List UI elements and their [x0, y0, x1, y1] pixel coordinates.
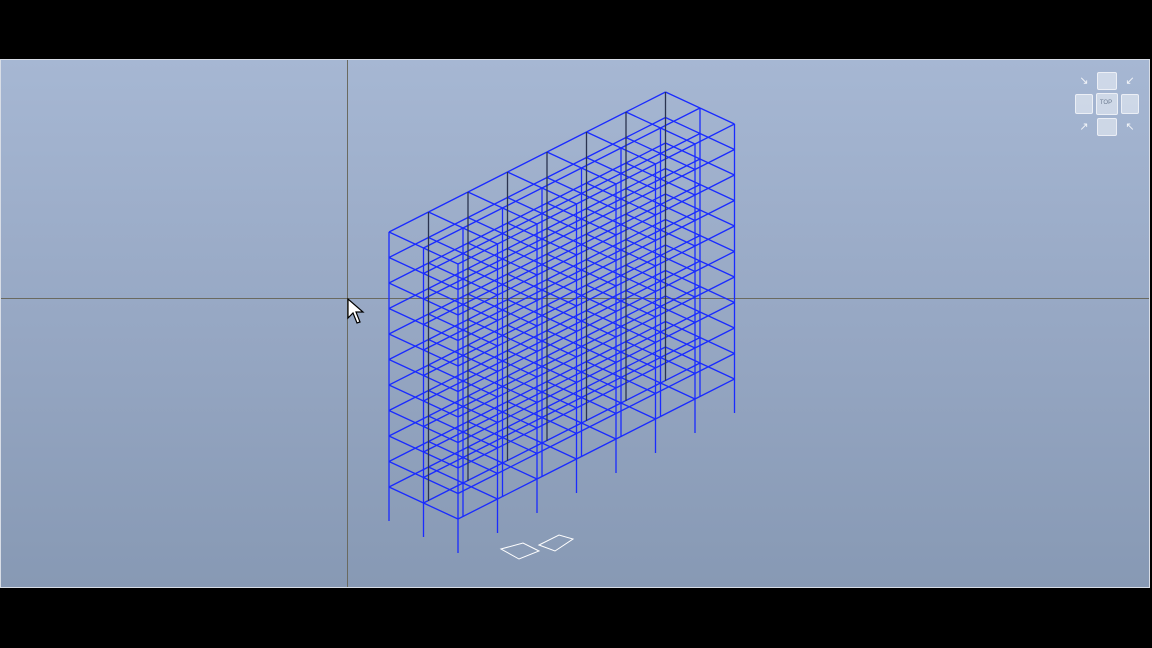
frame-member — [586, 131, 622, 149]
frame-member — [546, 131, 587, 153]
frame-member — [699, 234, 735, 253]
frame-member — [497, 478, 538, 500]
frame-member — [694, 378, 735, 400]
frame-member — [655, 398, 696, 420]
frame-member — [625, 91, 666, 113]
frame-member — [576, 438, 617, 460]
viewcube-corner-arrow-icon[interactable]: ↖ — [1123, 120, 1137, 134]
frame-member — [428, 211, 464, 229]
frame-member — [467, 171, 508, 193]
frame-member — [462, 482, 498, 500]
support-symbol-icon — [499, 534, 575, 560]
frame-member — [699, 260, 735, 278]
viewcube-face-front[interactable] — [1097, 118, 1117, 136]
frame-member — [388, 256, 424, 275]
frame-member — [699, 336, 735, 355]
viewcube-corner-arrow-icon[interactable]: ↗ — [1077, 120, 1091, 134]
frame-member — [586, 156, 622, 175]
frame-member — [699, 183, 735, 202]
frame-member — [660, 382, 696, 400]
frame-member — [665, 91, 701, 109]
frame-member — [541, 442, 577, 460]
frame-member — [388, 384, 424, 402]
viewcube-top-label: TOP — [1099, 100, 1113, 106]
frame-member — [428, 236, 464, 255]
frame-member — [388, 211, 429, 233]
viewcube-corner-arrow-icon[interactable]: ↘ — [1077, 74, 1091, 88]
frame-member — [388, 282, 424, 300]
viewcube[interactable]: TOP ↘ ↙ ↗ ↖ — [1075, 72, 1139, 136]
frame-member — [467, 216, 503, 235]
viewcube-face-right[interactable] — [1121, 94, 1139, 114]
frame-member — [507, 171, 543, 189]
frame-member — [388, 358, 424, 377]
frame-member — [586, 111, 627, 133]
3d-viewport[interactable]: TOP ↘ ↙ ↗ ↖ — [0, 59, 1150, 588]
frame-member — [620, 402, 656, 420]
frame-member — [457, 498, 498, 520]
frame-member — [625, 136, 661, 155]
frame-member — [388, 409, 424, 428]
frame-member — [625, 111, 661, 129]
frame-member — [388, 435, 424, 453]
frame-member — [699, 209, 735, 227]
frame-member — [699, 285, 735, 304]
frame-member — [388, 486, 424, 504]
frame-member — [665, 116, 701, 135]
viewcube-face-back[interactable] — [1097, 72, 1117, 90]
frame-member — [507, 151, 548, 173]
frame-member — [467, 191, 503, 209]
frame-member — [699, 311, 735, 329]
viewcube-face-left[interactable] — [1075, 94, 1093, 114]
frame-member — [546, 176, 582, 195]
frame-member — [699, 132, 735, 151]
frame-member — [546, 151, 582, 169]
arrow-pointer-icon — [347, 298, 365, 324]
frame-member — [388, 307, 424, 326]
frame-member — [388, 460, 424, 479]
frame-member — [581, 422, 617, 440]
frame-member — [428, 191, 469, 213]
frame-member — [699, 158, 735, 176]
frame-member — [699, 362, 735, 380]
structural-frame-model[interactable] — [1, 60, 1150, 588]
frame-member — [423, 502, 459, 520]
frame-member — [388, 333, 424, 351]
frame-member — [615, 418, 656, 440]
frame-member — [507, 196, 543, 215]
viewcube-corner-arrow-icon[interactable]: ↙ — [1123, 74, 1137, 88]
frame-member — [502, 462, 538, 480]
frame-member — [388, 231, 424, 249]
frame-member — [536, 458, 577, 480]
frame-member — [699, 107, 735, 125]
